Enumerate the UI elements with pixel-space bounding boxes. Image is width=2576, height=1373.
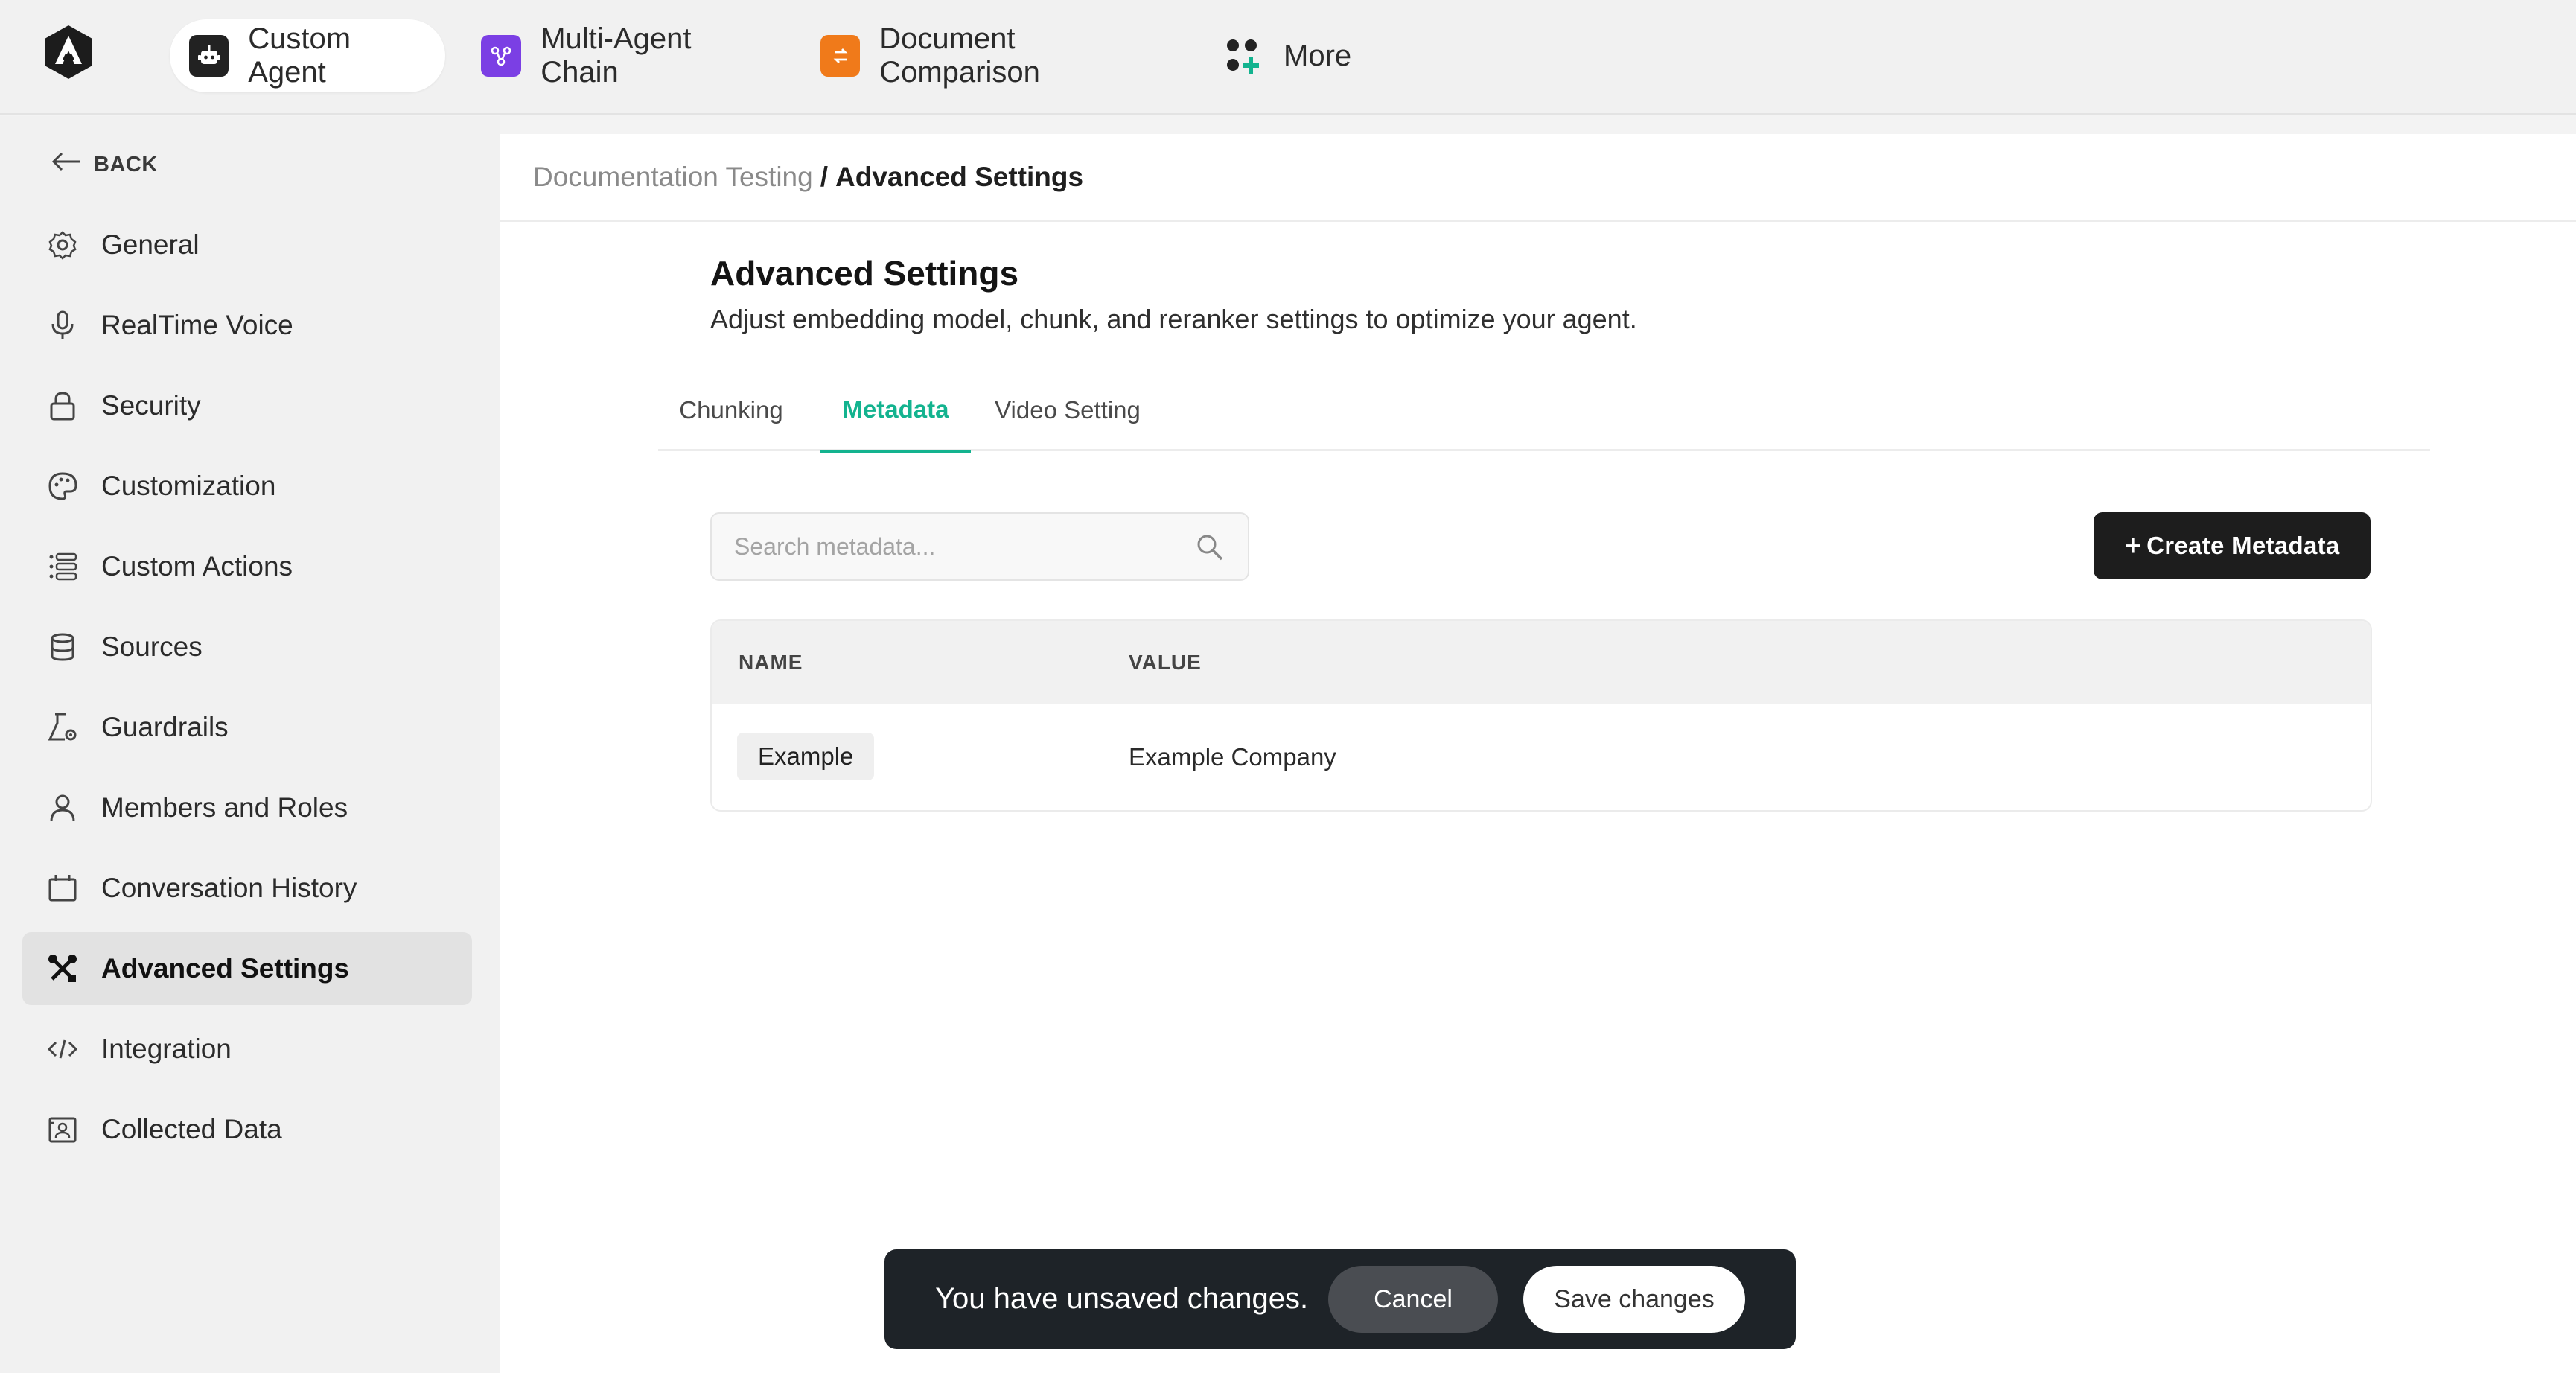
unsaved-changes-message: You have unsaved changes. xyxy=(935,1282,1309,1315)
flask-gear-icon xyxy=(46,711,79,744)
metadata-name-chip: Example xyxy=(737,733,875,780)
unsaved-changes-toast: You have unsaved changes. Cancel Save ch… xyxy=(884,1249,1796,1349)
topnav-document-comparison[interactable]: Document Comparison xyxy=(801,19,1188,92)
sidebar-item-integration[interactable]: Integration xyxy=(22,1013,472,1086)
sidebar-item-customization[interactable]: Customization xyxy=(22,450,472,523)
robot-icon xyxy=(189,35,229,77)
sidebar-item-general[interactable]: General xyxy=(22,208,472,281)
settings-tabs: Chunking Metadata Video Setting xyxy=(658,369,2430,453)
code-icon xyxy=(46,1033,79,1065)
sidebar-item-label: Security xyxy=(101,390,201,421)
topnav-label: Custom Agent xyxy=(248,22,351,89)
table-header: NAME VALUE xyxy=(712,621,2371,704)
sidebar-item-sources[interactable]: Sources xyxy=(22,611,472,684)
sidebar-item-advanced-settings[interactable]: Advanced Settings xyxy=(22,932,472,1005)
column-header-name: NAME xyxy=(739,651,803,674)
metadata-table: NAME VALUE Example Example Company xyxy=(710,619,2372,812)
plus-icon: + xyxy=(2124,529,2143,562)
topnav-multi-agent-chain[interactable]: Multi-Agent Chain xyxy=(462,19,789,92)
sidebar-item-security[interactable]: Security xyxy=(22,369,472,442)
column-header-value: VALUE xyxy=(1129,651,1202,674)
sidebar-item-label: General xyxy=(101,229,200,260)
top-navigation-bar: Custom Agent Multi-Agent Chain Document … xyxy=(0,0,2576,115)
calendar-icon xyxy=(46,872,79,905)
sidebar-item-label: RealTime Voice xyxy=(101,310,293,340)
tab-video-setting[interactable]: Video Setting xyxy=(978,369,1157,451)
search-input[interactable] xyxy=(734,532,1166,561)
topnav-label: Multi-Agent Chain xyxy=(541,22,692,89)
breadcrumb-current: Advanced Settings xyxy=(835,162,1084,192)
search-icon[interactable] xyxy=(1194,532,1225,563)
create-metadata-button[interactable]: + Create Metadata xyxy=(2094,512,2371,579)
settings-sidebar: BACK General RealTime Voice Security Cus… xyxy=(0,116,500,1373)
grid-plus-icon xyxy=(1222,35,1264,77)
sidebar-item-label: Customization xyxy=(101,471,276,501)
topnav-more[interactable]: More xyxy=(1203,19,1382,92)
table-row[interactable]: Example Example Company xyxy=(712,704,2371,810)
topnav-custom-agent[interactable]: Custom Agent xyxy=(170,19,445,92)
search-box xyxy=(710,512,1249,581)
sidebar-item-collected-data[interactable]: Collected Data xyxy=(22,1093,472,1166)
main-content: Documentation Testing / Advanced Setting… xyxy=(500,134,2576,1373)
back-button[interactable]: BACK xyxy=(51,146,158,183)
contact-card-icon xyxy=(46,1113,79,1146)
sidebar-item-conversation-history[interactable]: Conversation History xyxy=(22,852,472,925)
tab-chunking[interactable]: Chunking xyxy=(658,369,804,451)
save-changes-button[interactable]: Save changes xyxy=(1523,1266,1745,1333)
breadcrumb-separator: / xyxy=(820,162,828,192)
sidebar-item-label: Members and Roles xyxy=(101,792,348,823)
sidebar-item-label: Conversation History xyxy=(101,873,357,903)
sidebar-item-label: Guardrails xyxy=(101,712,229,742)
create-metadata-label: Create Metadata xyxy=(2146,532,2340,559)
sidebar-item-custom-actions[interactable]: Custom Actions xyxy=(22,530,472,603)
topnav-label: More xyxy=(1284,39,1352,72)
tools-icon xyxy=(46,952,79,985)
breadcrumb-parent[interactable]: Documentation Testing xyxy=(533,162,813,193)
sidebar-item-label: Collected Data xyxy=(101,1114,282,1144)
page-title: Advanced Settings xyxy=(710,254,1019,293)
lock-icon xyxy=(46,389,79,422)
back-label: BACK xyxy=(94,152,158,176)
metadata-value: Example Company xyxy=(1129,743,1336,771)
topnav-label: Document Comparison xyxy=(879,22,1040,89)
cancel-button[interactable]: Cancel xyxy=(1328,1266,1498,1333)
tab-metadata[interactable]: Metadata xyxy=(820,369,971,453)
app-logo-icon[interactable] xyxy=(39,22,98,82)
sidebar-item-label: Sources xyxy=(101,631,203,662)
breadcrumb: Documentation Testing / Advanced Setting… xyxy=(500,134,2576,222)
microphone-icon xyxy=(46,309,79,342)
sidebar-item-guardrails[interactable]: Guardrails xyxy=(22,691,472,764)
chain-icon xyxy=(481,35,522,77)
page-subtitle: Adjust embedding model, chunk, and reran… xyxy=(710,304,1637,334)
user-icon xyxy=(46,791,79,824)
sidebar-item-label: Advanced Settings xyxy=(101,953,350,984)
gear-icon xyxy=(46,229,79,261)
sidebar-item-members-and-roles[interactable]: Members and Roles xyxy=(22,771,472,844)
database-icon xyxy=(46,631,79,663)
compare-icon xyxy=(820,35,861,77)
arrow-left-icon xyxy=(51,150,83,179)
sidebar-item-label: Custom Actions xyxy=(101,551,293,582)
sidebar-item-label: Integration xyxy=(101,1033,232,1064)
palette-icon xyxy=(46,470,79,503)
sidebar-item-realtime-voice[interactable]: RealTime Voice xyxy=(22,289,472,362)
list-icon xyxy=(46,550,79,583)
